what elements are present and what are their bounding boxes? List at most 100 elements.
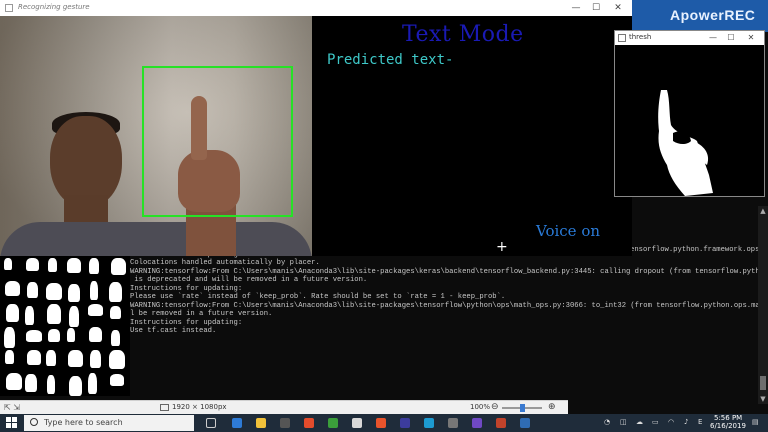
scroll-down-icon[interactable]: ▼ [758,394,768,404]
image-size-icon [160,404,169,411]
search-placeholder: Type here to search [44,418,123,427]
gesture-sample [47,375,55,394]
image-viewer-statusbar: ⇱ ⇲ 1920 × 1080px 100% ⊖ ⊕ [0,400,568,414]
app-icon[interactable] [328,418,338,428]
gesture-sample [6,373,22,390]
app-icon[interactable] [520,418,530,428]
gesture-sample [5,350,14,364]
gesture-sample [48,329,60,342]
voice-status: Voice on [536,222,601,240]
gesture-sample [46,350,56,366]
gesture-sample [109,350,125,369]
gesture-sample [69,376,82,396]
maximize-icon[interactable]: ☐ [588,2,604,14]
gesture-sample [47,304,61,324]
scroll-thumb[interactable] [760,376,766,390]
gesture-sample [88,304,103,316]
app-icon[interactable] [376,418,386,428]
app-icon[interactable] [496,418,506,428]
gesture-sample [27,282,38,298]
brand-name: ApowerREC [670,7,756,23]
app-icon[interactable] [472,418,482,428]
gesture-sample [110,374,124,386]
terminal-icon[interactable] [448,418,458,428]
gesture-sample [68,350,83,367]
gesture-sample [88,373,97,394]
gesture-sample [111,258,126,275]
predicted-text-label: Predicted text- [327,52,454,68]
gesture-sample [6,304,19,322]
person-shirt [0,222,312,256]
mode-title: Text Mode [402,22,524,47]
console-line: l be removed in a future version. [130,310,273,319]
battery-icon[interactable]: ▭ [652,418,660,426]
window-app-icon [5,4,13,12]
cloud-icon[interactable]: ☁ [636,418,644,426]
text-mode-window: Text Mode Predicted text- Voice on + [312,16,632,256]
console-line: Instructions for updating: [130,318,243,327]
console-line: WARNING:tensorflow:From C:\Users\manis\A… [130,301,760,310]
maximize-icon[interactable]: ☐ [723,32,739,44]
console-line: Colocations handled automatically by pla… [130,259,320,268]
language-icon[interactable]: E [698,418,706,426]
close-icon[interactable]: ✕ [743,32,759,44]
gesture-sample [89,327,102,342]
search-icon [30,418,38,426]
gesture-sample [4,327,15,348]
gesture-sample [67,258,81,273]
app-icon[interactable] [424,418,434,428]
thresh-window-title: thresh [629,33,652,41]
clock-time[interactable]: 5:56 PM [714,414,742,422]
camera-titlebar[interactable]: Recognizing gesture [0,0,312,16]
edge-icon[interactable] [232,418,242,428]
app-icon[interactable] [304,418,314,428]
people-icon[interactable]: ◔ [604,418,612,426]
network-icon[interactable]: ◫ [620,418,628,426]
gesture-sample [109,282,122,302]
viewer-nav-icon[interactable]: ⇱ ⇲ [4,403,20,412]
scroll-up-icon[interactable]: ▲ [758,206,768,216]
console-line: Use tf.cast instead. [130,327,217,336]
console-output: deprecated and will be removed in a futu… [130,242,760,336]
notifications-icon[interactable]: ▤ [752,418,760,426]
apowerrec-bar[interactable]: ApowerREC [632,0,768,32]
zoom-out-icon[interactable]: ⊖ [491,402,499,412]
crosshair-cursor-icon: + [496,239,508,255]
minimize-icon[interactable]: — [568,2,584,14]
console-scrollbar[interactable]: ▲ ▼ [758,206,768,404]
roi-box [142,66,293,217]
volume-icon[interactable]: ♪ [684,418,692,426]
gesture-sample [25,374,37,392]
gesture-sample [111,330,120,346]
start-button[interactable] [6,417,18,429]
thresh-titlebar[interactable]: thresh — ☐ ✕ [615,31,764,45]
console-line: Instructions for updating: [130,284,243,293]
gesture-sample [26,330,42,342]
text-window-titlebar[interactable]: — ☐ ✕ [312,0,632,16]
task-view-icon[interactable] [206,418,216,428]
store-icon[interactable] [280,418,290,428]
console-line: is deprecated and will be removed in a f… [130,276,368,285]
clock-date[interactable]: 6/16/2019 [710,422,746,430]
camera-window-title: Recognizing gesture [18,3,90,11]
wifi-icon[interactable]: ◠ [668,418,676,426]
camera-window[interactable]: Recognizing gesture [0,0,312,256]
minimize-icon[interactable]: — [705,32,721,44]
file-explorer-icon[interactable] [256,418,266,428]
app-icon[interactable] [400,418,410,428]
zoom-in-icon[interactable]: ⊕ [548,402,556,412]
gesture-sample [67,328,75,342]
close-icon[interactable]: ✕ [610,2,626,14]
gesture-sample [4,258,12,270]
thresh-window[interactable]: thresh — ☐ ✕ [614,30,765,197]
gesture-sample [27,350,41,365]
app-icon[interactable] [352,418,362,428]
gesture-sample [69,306,79,327]
gesture-samples-image [0,256,130,396]
taskbar-search-input[interactable]: Type here to search [24,415,194,431]
image-dimensions: 1920 × 1080px [172,403,227,411]
windows-taskbar: Type here to search ◔ ◫ ☁ ▭ ◠ ♪ E 5:56 P… [0,414,768,432]
gesture-sample [26,258,39,271]
zoom-slider-thumb[interactable] [520,404,525,412]
console-line: Please use `rate` instead of `keep_prob`… [130,293,506,302]
